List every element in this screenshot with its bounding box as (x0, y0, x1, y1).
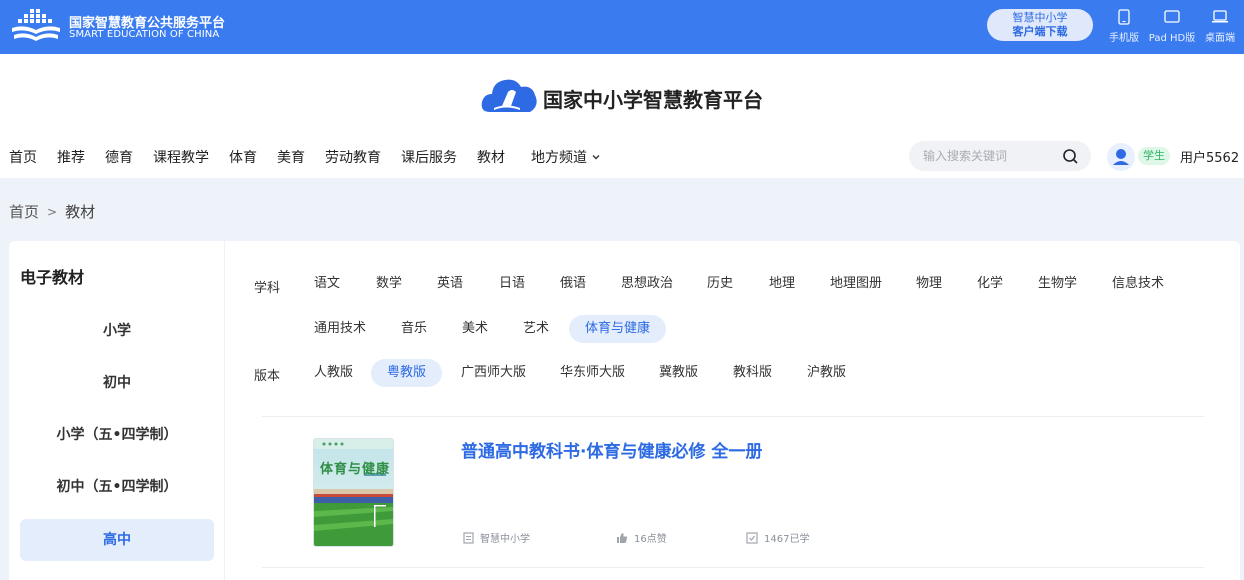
textbook-panel: 电子教材 小学 初中 小学（五•四学制） 初中（五•四学制） 高中 学科 语文 … (9, 241, 1240, 580)
edition-east-china-normal[interactable]: 华东师大版 (544, 359, 641, 387)
nav-labor[interactable]: 劳动教育 (325, 147, 381, 167)
book-cover-image (314, 439, 393, 546)
subject-physics[interactable]: 物理 (900, 270, 958, 298)
subject-biology[interactable]: 生物学 (1022, 270, 1093, 298)
client-download-line2: 客户端下载 (1012, 25, 1068, 38)
mobile-version-link[interactable]: 手机版 (1107, 9, 1141, 44)
subject-art[interactable]: 艺术 (507, 315, 565, 343)
sidebar-item-primary-54[interactable]: 小学（五•四学制） (20, 414, 214, 456)
search-icon[interactable] (1062, 148, 1079, 165)
subject-english[interactable]: 英语 (421, 270, 479, 298)
book-likes-count: 16点赞 (634, 534, 667, 545)
subject-music[interactable]: 音乐 (385, 315, 443, 343)
subject-chinese[interactable]: 语文 (298, 270, 356, 298)
breadcrumb-current: 教材 (65, 203, 96, 221)
sidebar: 电子教材 小学 初中 小学（五•四学制） 初中（五•四学制） 高中 (9, 241, 225, 580)
search-input[interactable] (923, 147, 1053, 165)
nav-home[interactable]: 首页 (9, 147, 37, 167)
subject-japanese[interactable]: 日语 (483, 270, 541, 298)
edition-guangxi-normal[interactable]: 广西师大版 (445, 359, 542, 387)
phone-icon (1118, 9, 1130, 25)
subject-russian[interactable]: 俄语 (544, 270, 602, 298)
thumbs-up-icon (617, 532, 628, 543)
desktop-version-link[interactable]: 桌面端 (1203, 9, 1237, 44)
subject-general-tech[interactable]: 通用技术 (298, 315, 382, 343)
mobile-version-label: 手机版 (1109, 33, 1139, 44)
pad-version-link[interactable]: Pad HD版 (1146, 9, 1198, 44)
nav-arts[interactable]: 美育 (277, 147, 305, 167)
main-nav: 首页 推荐 德育 课程教学 体育 美育 劳动教育 课后服务 教材 地方频道 (9, 147, 601, 167)
nav-courses[interactable]: 课程教学 (153, 147, 209, 167)
nav-local-channel-label: 地方频道 (531, 150, 587, 166)
nav-moral[interactable]: 德育 (105, 147, 133, 167)
brand-name-en: SMART EDUCATION OF CHINA (69, 29, 220, 40)
site-title: 国家中小学智慧教育平台 (543, 88, 763, 112)
smart-education-logo-icon (12, 9, 60, 41)
book-publisher-label: 智慧中小学 (480, 534, 530, 545)
subject-label: 学科 (254, 281, 281, 296)
client-download-line1: 智慧中小学 (1012, 11, 1068, 24)
subject-geography-atlas[interactable]: 地理图册 (814, 270, 898, 298)
book-cover[interactable]: 体育与健康 (314, 439, 393, 546)
breadcrumb-home[interactable]: 首页 (9, 201, 39, 222)
subject-geography[interactable]: 地理 (753, 270, 811, 298)
top-bar: 国家智慧教育公共服务平台 SMART EDUCATION OF CHINA 智慧… (0, 0, 1244, 54)
book-publisher: 智慧中小学 (463, 530, 530, 545)
nav-textbooks[interactable]: 教材 (477, 147, 505, 167)
divider (262, 567, 1204, 568)
cloud-book-logo-icon (481, 79, 537, 112)
avatar[interactable] (1107, 143, 1135, 171)
laptop-icon (1212, 10, 1228, 23)
book-learners-count: 1467已学 (764, 534, 810, 545)
chevron-down-icon (592, 155, 600, 160)
subject-math[interactable]: 数学 (360, 270, 418, 298)
nav-after-school[interactable]: 课后服务 (401, 147, 457, 167)
desktop-version-label: 桌面端 (1205, 33, 1235, 44)
subject-pe-health[interactable]: 体育与健康 (569, 315, 667, 343)
book-cover-text: 体育与健康 (320, 462, 391, 477)
edition-jijiao[interactable]: 冀教版 (643, 359, 714, 387)
nav-sports[interactable]: 体育 (229, 147, 257, 167)
study-icon (746, 531, 758, 544)
sidebar-item-senior[interactable]: 高中 (20, 519, 214, 561)
sidebar-title: 电子教材 (20, 268, 85, 287)
edition-label: 版本 (254, 369, 281, 384)
search-box (909, 141, 1091, 171)
tablet-icon (1164, 10, 1180, 23)
sidebar-item-junior[interactable]: 初中 (20, 362, 214, 404)
pad-version-label: Pad HD版 (1148, 33, 1196, 44)
subject-it[interactable]: 信息技术 (1096, 270, 1180, 298)
subject-politics[interactable]: 思想政治 (605, 270, 689, 298)
edition-yuejiao[interactable]: 粤教版 (371, 359, 443, 387)
breadcrumb: 首页 > 教材 (9, 201, 95, 222)
book-learners: 1467已学 (746, 530, 809, 545)
site-header: 国家中小学智慧教育平台 首页 推荐 德育 课程教学 体育 美育 劳动教育 课后服… (0, 54, 1244, 178)
sidebar-item-junior-54[interactable]: 初中（五•四学制） (20, 466, 214, 508)
username[interactable]: 用户5562 (1180, 147, 1239, 166)
subject-history[interactable]: 历史 (691, 270, 749, 298)
sidebar-item-primary[interactable]: 小学 (20, 310, 214, 352)
subject-fine-arts[interactable]: 美术 (446, 315, 504, 343)
subject-chemistry[interactable]: 化学 (961, 270, 1019, 298)
edition-hujiao[interactable]: 沪教版 (791, 359, 862, 387)
divider (262, 416, 1204, 417)
edition-jiaoke[interactable]: 教科版 (717, 359, 788, 387)
book-likes: 16点赞 (616, 530, 667, 545)
user-icon (1113, 149, 1129, 165)
edition-renjiao[interactable]: 人教版 (298, 359, 369, 387)
client-download-button[interactable]: 智慧中小学 客户端下载 (987, 9, 1093, 41)
nav-local-channel[interactable]: 地方频道 (531, 147, 601, 167)
book-title[interactable]: 普通高中教科书·体育与健康必修 全一册 (461, 437, 762, 462)
role-badge: 学生 (1138, 147, 1170, 165)
breadcrumb-separator: > (47, 204, 58, 219)
document-icon (463, 531, 474, 544)
nav-recommend[interactable]: 推荐 (57, 147, 85, 167)
